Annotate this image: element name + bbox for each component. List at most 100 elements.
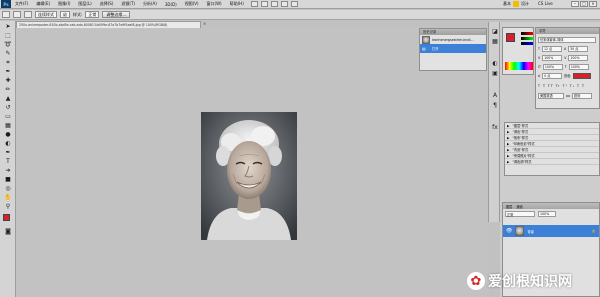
triangle-icon: ▶	[507, 135, 510, 140]
workspace-label[interactable]: 基本	[503, 1, 511, 7]
masks-panel-icon[interactable]: ▣	[491, 70, 499, 78]
eye-icon[interactable]: 👁	[506, 228, 512, 234]
language-select[interactable]: 美国英语	[538, 92, 564, 99]
character-panel-title[interactable]: 字符	[536, 28, 599, 34]
foreground-swatch[interactable]	[506, 33, 515, 42]
swatches-panel-icon[interactable]: ▦	[491, 38, 499, 46]
blue-slider[interactable]	[521, 42, 533, 45]
tool-preset-icon[interactable]	[2, 11, 10, 18]
move-tool-icon[interactable]: ➤	[2, 23, 14, 31]
layer-thumbnail	[515, 226, 525, 236]
tab-layers[interactable]: 图层	[506, 204, 512, 209]
cs-live-label[interactable]: CS Live	[538, 1, 553, 6]
path-select-icon[interactable]: ➔	[2, 167, 14, 175]
close-button[interactable]: ×	[589, 1, 597, 7]
blur-tool-icon[interactable]: ●	[2, 131, 14, 139]
workspace-extra[interactable]: 设计	[521, 1, 529, 7]
horizontal-scale-field[interactable]: 100%	[568, 63, 589, 70]
menu-analysis[interactable]: 分析(A)	[139, 1, 161, 7]
cs-live-area[interactable]: CS Live	[538, 1, 553, 6]
crop-tool-icon[interactable]: ⌗	[2, 59, 14, 67]
workspace-switcher[interactable]: 基本 设计	[503, 1, 529, 7]
eraser-tool-icon[interactable]: ▭	[2, 113, 14, 121]
gradient-tool-icon[interactable]: ▦	[2, 122, 14, 130]
close-document-icon[interactable]: ×	[203, 22, 208, 27]
menu-layer[interactable]: 图层(L)	[74, 1, 95, 7]
blend-mode-select[interactable]: 正常	[505, 211, 535, 217]
shape-tool-icon[interactable]: ■	[2, 176, 14, 184]
document-image[interactable]	[201, 112, 297, 240]
layer-row[interactable]: 👁 背景 🔒	[503, 225, 599, 237]
menu-help[interactable]: 帮助(H)	[226, 1, 248, 7]
styles-panel-icon[interactable]: fx	[491, 124, 499, 132]
leading-field[interactable]: 30 点	[568, 45, 589, 52]
color-panel-icon[interactable]: ◪	[491, 28, 499, 36]
menu-window[interactable]: 窗口(W)	[203, 1, 226, 7]
history-brush-icon[interactable]: ↺	[2, 104, 14, 112]
add-selection-icon[interactable]	[24, 11, 32, 18]
list-item[interactable]: ▶ "调色调"样式	[505, 159, 599, 165]
healing-brush-icon[interactable]: ✚	[2, 77, 14, 85]
color-ramp[interactable]	[505, 62, 533, 70]
menu-view[interactable]: 视图(V)	[181, 1, 203, 7]
text-style-buttons[interactable]: T T TT Tr T¹ T₁ T T	[538, 84, 585, 88]
hand-icon[interactable]	[270, 1, 278, 7]
brush-tool-icon[interactable]: ✏	[2, 86, 14, 94]
green-slider[interactable]	[521, 37, 533, 40]
eyedropper-icon[interactable]: ✒	[2, 68, 14, 76]
font-size-field[interactable]: 12 点	[541, 45, 562, 52]
font-family-select[interactable]: 仿宋体繁体-简体	[538, 36, 596, 43]
tab-channels[interactable]: 通道	[516, 204, 522, 209]
dodge-tool-icon[interactable]: ◐	[2, 140, 14, 148]
mini-bridge-icon[interactable]	[250, 1, 258, 7]
kerning-field[interactable]: 100%	[568, 54, 589, 61]
watermark-logo-icon: ✿	[467, 272, 485, 290]
character-panel-icon[interactable]: A	[491, 92, 499, 100]
menu-edit[interactable]: 编辑(E)	[32, 1, 54, 7]
quick-mask-icon[interactable]: ◙	[2, 228, 14, 236]
marquee-tool-icon[interactable]: ⬚	[2, 32, 14, 40]
anti-alias-select[interactable]: 锐利	[571, 92, 592, 99]
text-color-swatch[interactable]	[572, 72, 591, 79]
menu-file[interactable]: 文件(F)	[11, 1, 32, 7]
quick-select-icon[interactable]: ✎	[2, 50, 14, 58]
new-selection-icon[interactable]	[13, 11, 21, 18]
layer-name: 背景	[527, 229, 534, 234]
foreground-color-swatch[interactable]	[3, 214, 10, 221]
style-label[interactable]: 连续样式	[35, 11, 57, 18]
red-slider[interactable]	[521, 32, 533, 35]
hand-tool-icon[interactable]: ✋	[2, 194, 14, 202]
maximize-button[interactable]: □	[580, 1, 588, 7]
tracking-field[interactable]: 100%	[542, 54, 563, 61]
paragraph-panel-icon[interactable]: ¶	[491, 102, 499, 110]
history-item-label: 打开	[432, 47, 439, 51]
style-select[interactable]: 正常	[85, 11, 100, 18]
document-tab[interactable]: 250x-aninerposter-810b-abd5e-cab-ada-600…	[16, 21, 201, 28]
menu-image[interactable]: 图像(I)	[54, 1, 74, 7]
opacity-field[interactable]: 100%	[538, 211, 556, 217]
menu-3d[interactable]: 3D(D)	[161, 2, 181, 7]
history-item[interactable]: Ironhenergsestrler-kndl...	[420, 35, 486, 44]
refine-edge-button[interactable]: 调整边缘...	[102, 11, 131, 18]
zoom-level-icon[interactable]	[260, 1, 268, 7]
menu-filter[interactable]: 滤镜(T)	[117, 1, 139, 7]
vertical-scale-field[interactable]: 100%	[542, 63, 563, 70]
minimize-button[interactable]: –	[571, 1, 579, 7]
clone-stamp-icon[interactable]: ▲	[2, 95, 14, 103]
menu-select[interactable]: 选择(S)	[96, 1, 118, 7]
tools-panel: ➤ ⬚ ➰ ✎ ⌗ ✒ ✚ ✏ ▲ ↺ ▭ ▦ ● ◐ ✒ T ➔ ■ ◎ ✋ …	[0, 21, 16, 297]
adjustments-panel-icon[interactable]: ◐	[491, 60, 499, 68]
type-tool-icon[interactable]: T	[2, 158, 14, 166]
baseline-field[interactable]: 0 点	[542, 72, 563, 79]
pen-tool-icon[interactable]: ✒	[2, 149, 14, 157]
arrange-docs-icon[interactable]	[280, 1, 288, 7]
3d-rotate-icon[interactable]: ◎	[2, 185, 14, 193]
font-field[interactable]: 幼	[60, 11, 70, 18]
screen-mode-icon[interactable]	[290, 1, 298, 7]
history-item-selected[interactable]: ▤ 打开	[420, 44, 486, 53]
lasso-tool-icon[interactable]: ➰	[2, 41, 14, 49]
anti-alias-icon: aa	[566, 93, 570, 98]
zoom-tool-icon[interactable]: ⚲	[2, 203, 14, 211]
triangle-icon: ▶	[507, 153, 510, 158]
kerning-icon: V	[564, 55, 567, 60]
